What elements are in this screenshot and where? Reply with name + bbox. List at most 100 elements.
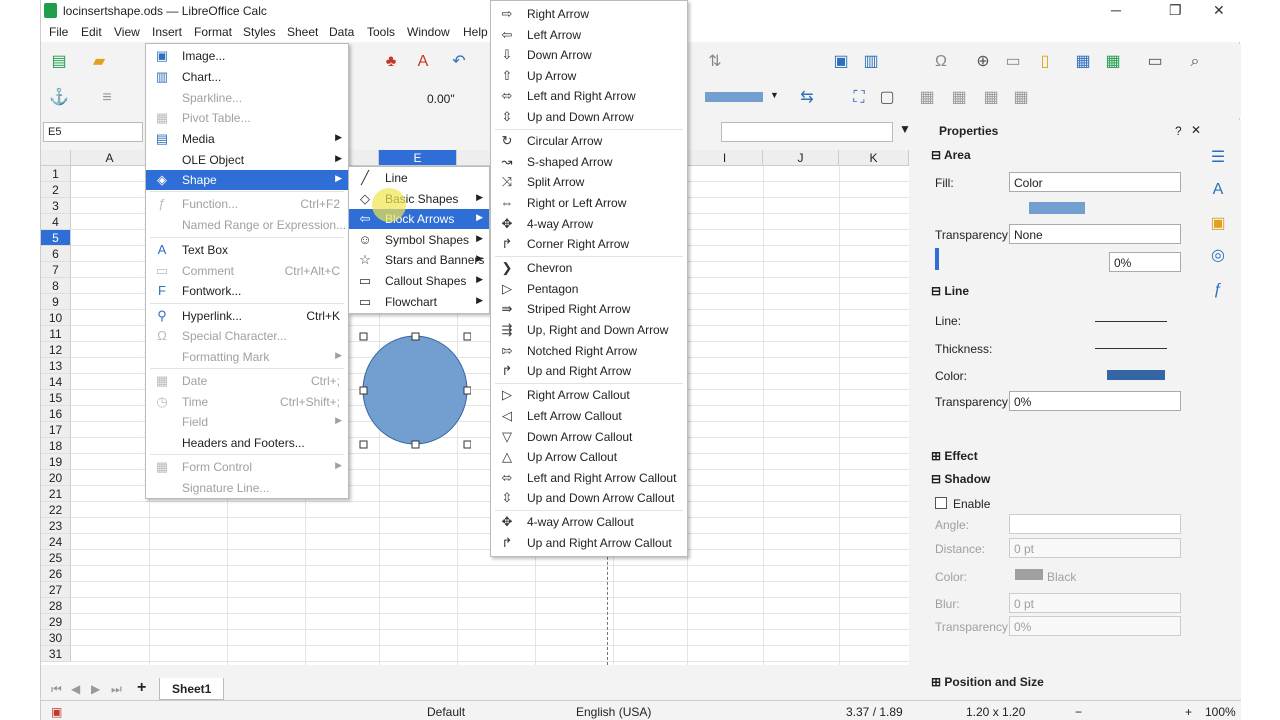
row-header[interactable]: 26: [41, 566, 71, 582]
gallery-deck-icon[interactable]: ▣: [1208, 214, 1228, 234]
row-header[interactable]: 25: [41, 550, 71, 566]
hyperlink-globe-icon[interactable]: ⊕: [973, 52, 993, 72]
split-window-icon[interactable]: ▦: [1103, 52, 1123, 72]
arrow-item-pentagon[interactable]: ▷ Pentagon: [491, 279, 687, 299]
menu-insert[interactable]: Insert: [152, 25, 182, 39]
insert-menu-item-special-character[interactable]: Ω Special Character...: [146, 326, 348, 346]
handle-icon[interactable]: [411, 332, 420, 341]
row-header[interactable]: 21: [41, 486, 71, 502]
prev-sheet-icon[interactable]: ◀: [71, 682, 80, 696]
column-header[interactable]: I: [687, 150, 763, 166]
transparency-percent-field[interactable]: 0%: [1109, 252, 1181, 272]
arrow-item-up-right-and-down-arrow[interactable]: ⇶ Up, Right and Down Arrow: [491, 320, 687, 340]
zoom-level[interactable]: 100%: [1205, 705, 1236, 719]
line-width-value[interactable]: 0.00": [427, 92, 455, 106]
shadow-color-swatch[interactable]: [1015, 569, 1043, 580]
insert-menu-item-named-range-or-expression[interactable]: Named Range or Expression...: [146, 215, 348, 235]
insert-menu-item-shape[interactable]: ◈ Shape ▶: [146, 170, 348, 190]
formula-input[interactable]: [721, 122, 893, 142]
column-header[interactable]: A: [71, 150, 149, 166]
row-header[interactable]: 1: [41, 166, 71, 182]
enter-group-icon[interactable]: ▦: [981, 88, 1001, 108]
insert-menu-item-form-control[interactable]: ▦ Form Control ▶: [146, 457, 348, 477]
arrow-item-down-arrow[interactable]: ⇩ Down Arrow: [491, 45, 687, 65]
line-style-preview[interactable]: [1095, 321, 1167, 322]
language-status[interactable]: English (USA): [576, 705, 651, 719]
row-header[interactable]: 14: [41, 374, 71, 390]
row-header[interactable]: 19: [41, 454, 71, 470]
maximize-icon[interactable]: ❐: [1169, 2, 1182, 19]
arrow-item-striped-right-arrow[interactable]: ⇛ Striped Right Arrow: [491, 299, 687, 319]
row-header[interactable]: 3: [41, 198, 71, 214]
row-header[interactable]: 27: [41, 582, 71, 598]
save-status-icon[interactable]: ▣: [51, 705, 62, 719]
insert-menu-item-chart[interactable]: ▥ Chart...: [146, 67, 348, 87]
line-transparency-field[interactable]: 0%: [1009, 391, 1181, 411]
shape-menu-item-flowchart[interactable]: ▭ Flowchart ▶: [349, 292, 489, 312]
sort-ascending-icon[interactable]: ⇅: [705, 52, 725, 72]
close-icon[interactable]: ✕: [1213, 2, 1225, 19]
row-header[interactable]: 28: [41, 598, 71, 614]
navigator-deck-icon[interactable]: ◎: [1208, 246, 1228, 266]
minimize-icon[interactable]: ─: [1111, 2, 1121, 18]
functions-deck-icon[interactable]: ƒ: [1208, 280, 1228, 300]
effect-section-header[interactable]: ⊞ Effect: [931, 449, 978, 463]
handle-icon[interactable]: [463, 332, 471, 341]
paintbrush-icon[interactable]: ♣: [381, 52, 401, 72]
enable-shadow-checkbox[interactable]: [935, 497, 947, 509]
row-header[interactable]: 9: [41, 294, 71, 310]
row-header[interactable]: 11: [41, 326, 71, 342]
exit-group-icon[interactable]: ▦: [1011, 88, 1031, 108]
row-header[interactable]: 8: [41, 278, 71, 294]
special-character-icon[interactable]: Ω: [931, 52, 951, 72]
distance-field[interactable]: 0 pt: [1009, 538, 1181, 558]
row-header[interactable]: 17: [41, 422, 71, 438]
column-header-selected[interactable]: E: [379, 150, 457, 166]
group-icon[interactable]: ▦: [917, 88, 937, 108]
insert-menu-item-formatting-mark[interactable]: Formatting Mark ▶: [146, 347, 348, 367]
insert-chart-icon[interactable]: ▥: [861, 52, 881, 72]
menu-format[interactable]: Format: [194, 25, 232, 39]
row-header[interactable]: 7: [41, 262, 71, 278]
menu-tools[interactable]: Tools: [367, 25, 395, 39]
insert-menu-item-hyperlink[interactable]: ⚲ Hyperlink... Ctrl+K: [146, 306, 348, 326]
show-draw-icon[interactable]: ▭: [1145, 52, 1165, 72]
area-section-header[interactable]: ⊟ Area: [931, 148, 971, 162]
insert-menu-item-function[interactable]: ƒ Function... Ctrl+F2: [146, 194, 348, 214]
row-header[interactable]: 23: [41, 518, 71, 534]
clear-format-icon[interactable]: A: [413, 52, 433, 72]
row-header[interactable]: 24: [41, 534, 71, 550]
menu-styles[interactable]: Styles: [243, 25, 276, 39]
shape-menu-item-line[interactable]: ╱ Line: [349, 168, 489, 188]
help-icon[interactable]: ?: [1175, 124, 1182, 138]
row-header[interactable]: 31: [41, 646, 71, 662]
handle-icon[interactable]: [411, 440, 420, 449]
properties-deck-icon[interactable]: ☰: [1208, 148, 1228, 168]
blur-field[interactable]: 0 pt: [1009, 593, 1181, 613]
headers-footers-icon[interactable]: ▯: [1035, 52, 1055, 72]
insert-menu-item-date[interactable]: ▦ Date Ctrl+;: [146, 371, 348, 391]
styles-deck-icon[interactable]: A: [1208, 180, 1228, 200]
shape-menu-item-stars-and-banners[interactable]: ☆ Stars and Banners ▶: [349, 250, 489, 270]
arrow-item-left-and-right-arrow-callout[interactable]: ⬄ Left and Right Arrow Callout: [491, 468, 687, 488]
menu-sheet[interactable]: Sheet: [287, 25, 318, 39]
shape-menu-item-callout-shapes[interactable]: ▭ Callout Shapes ▶: [349, 271, 489, 291]
arrow-item-corner-right-arrow[interactable]: ↱ Corner Right Arrow: [491, 234, 687, 254]
insert-menu-item-fontwork[interactable]: F Fontwork...: [146, 281, 348, 301]
first-sheet-icon[interactable]: ⏮: [51, 682, 62, 697]
fill-color-swatch[interactable]: [705, 92, 763, 102]
add-sheet-icon[interactable]: +: [137, 679, 146, 697]
comment-icon[interactable]: ▭: [1003, 52, 1023, 72]
column-header[interactable]: K: [839, 150, 909, 166]
insert-menu-item-sparkline[interactable]: Sparkline...: [146, 88, 348, 108]
menu-view[interactable]: View: [114, 25, 140, 39]
shadow-transparency-field[interactable]: 0%: [1009, 616, 1181, 636]
shape-menu-item-basic-shapes[interactable]: ◇ Basic Shapes ▶: [349, 189, 489, 209]
transparency-select[interactable]: None: [1009, 224, 1181, 244]
expand-formula-icon[interactable]: ▼: [899, 122, 911, 136]
sheet-tab[interactable]: Sheet1: [159, 678, 225, 700]
insert-menu-item-time[interactable]: ◷ Time Ctrl+Shift+;: [146, 392, 348, 412]
insert-menu-item-text-box[interactable]: A Text Box: [146, 240, 348, 260]
transparency-slider[interactable]: [935, 248, 939, 270]
page-style[interactable]: Default: [427, 705, 465, 719]
